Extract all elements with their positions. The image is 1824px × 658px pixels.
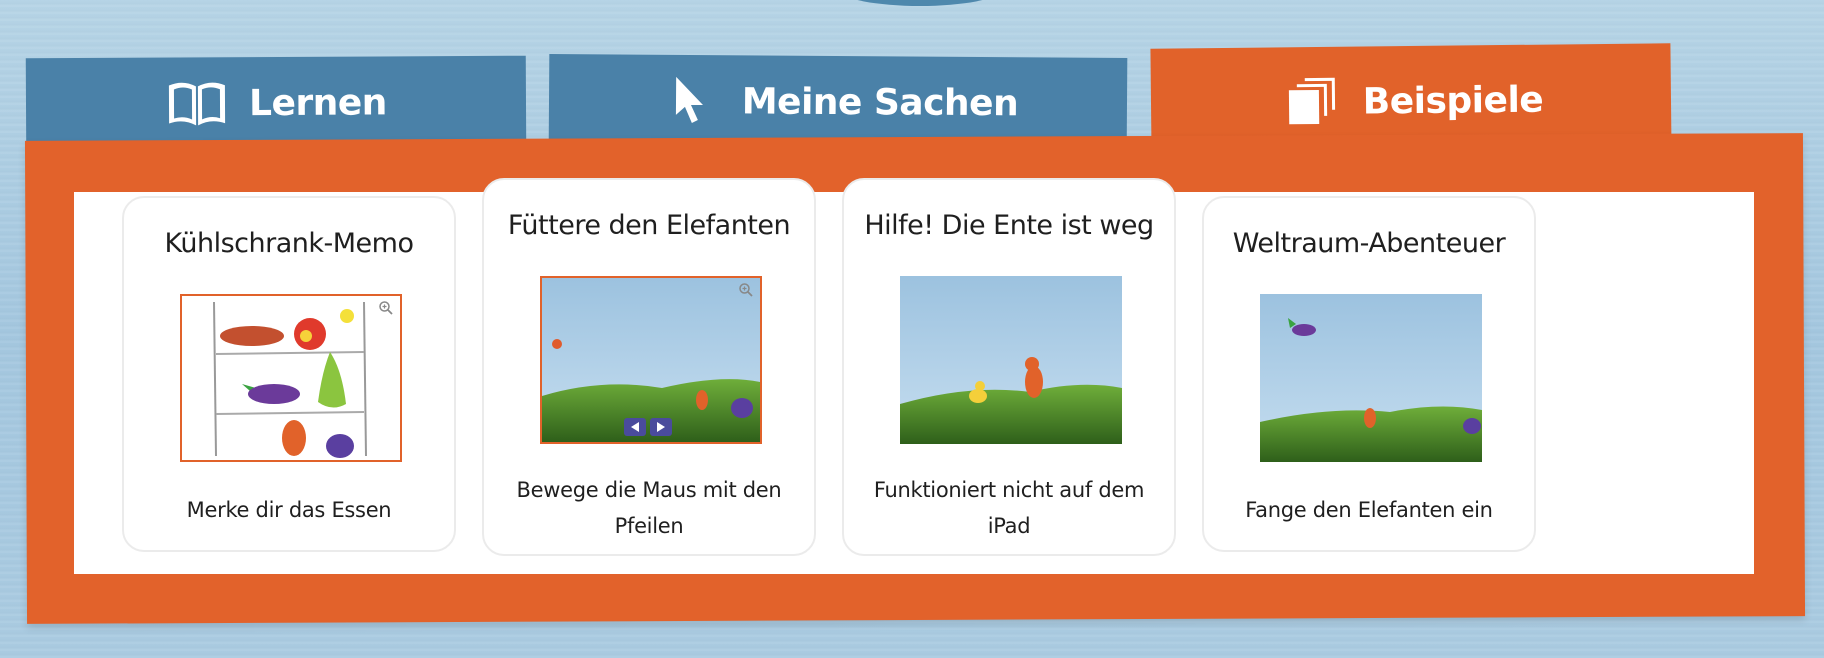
space-adventure-thumbnail[interactable] — [1260, 294, 1482, 462]
card-title: Kühlschrank-Memo — [164, 228, 414, 259]
fridge-memo-thumbnail[interactable] — [180, 294, 402, 462]
card-description: Merke dir das Essen — [186, 498, 392, 522]
card-description: Fange den Elefanten ein — [1245, 498, 1493, 522]
duck-missing-thumbnail[interactable] — [900, 276, 1122, 444]
example-card-duck-missing[interactable]: Hilfe! Die Ente ist weg Funktioniert nic… — [842, 178, 1176, 556]
examples-container: Kühlschrank-Memo Merke dir das Essen Füt… — [74, 178, 1754, 574]
stacked-pages-icon — [1279, 74, 1344, 131]
card-title: Hilfe! Die Ente ist weg — [864, 210, 1154, 241]
card-title: Weltraum-Abenteuer — [1232, 228, 1506, 259]
tab-label: Lernen — [248, 81, 387, 124]
zoom-icon[interactable] — [738, 282, 754, 298]
example-card-feed-elephant[interactable]: Füttere den Elefanten Bewege die Maus mi… — [482, 178, 816, 556]
card-description: Funktioniert nicht auf dem iPad — [873, 478, 1145, 538]
zoom-icon[interactable] — [378, 300, 394, 316]
cursor-arrow-icon — [658, 73, 722, 129]
example-card-space-adventure[interactable]: Weltraum-Abenteuer Fange den Elefanten e… — [1202, 196, 1536, 552]
card-description: Bewege die Maus mit den Pfeilen — [516, 478, 782, 538]
feed-elephant-thumbnail[interactable] — [540, 276, 762, 444]
tab-label: Beispiele — [1362, 79, 1544, 123]
tab-label: Meine Sachen — [741, 81, 1019, 125]
book-icon — [165, 75, 229, 131]
card-title: Füttere den Elefanten — [507, 210, 791, 241]
tab-lernen[interactable]: Lernen — [25, 55, 527, 151]
example-card-fridge-memo[interactable]: Kühlschrank-Memo Merke dir das Essen — [122, 196, 456, 552]
